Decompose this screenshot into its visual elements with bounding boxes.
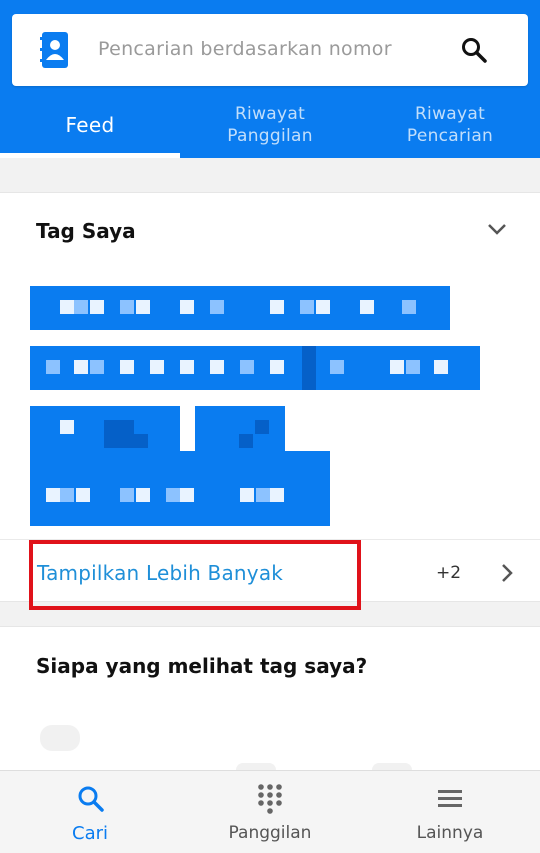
tab-search-history[interactable]: Riwayat Pencarian <box>360 92 540 158</box>
search-icon[interactable] <box>460 36 488 64</box>
show-more-link[interactable]: Tampilkan Lebih Banyak <box>37 561 283 585</box>
tag-item-redacted[interactable] <box>30 346 480 390</box>
section-title: Siapa yang melihat tag saya? <box>36 654 368 678</box>
chevron-right-icon[interactable] <box>500 562 514 584</box>
tab-feed[interactable]: Feed <box>0 92 180 158</box>
placeholder-item <box>40 725 80 751</box>
tab-call-history[interactable]: Riwayat Panggilan <box>180 92 360 158</box>
tab-bar: Feed Riwayat Panggilan Riwayat Pencarian <box>0 92 540 158</box>
chevron-down-icon[interactable] <box>486 221 508 237</box>
search-input[interactable]: Pencarian berdasarkan nomor <box>98 38 392 60</box>
tag-item-redacted[interactable] <box>30 286 450 330</box>
bottom-nav: Cari Panggilan Lainnya <box>0 770 540 853</box>
nav-more-label: Lainnya <box>416 823 484 843</box>
nav-calls-label: Panggilan <box>228 823 312 843</box>
tag-item-fragment <box>44 451 330 466</box>
tag-item-fragment <box>30 466 330 526</box>
tab-feed-label: Feed <box>65 113 115 137</box>
contact-book-icon <box>40 32 68 68</box>
tab-search-history-label: Riwayat Pencarian <box>406 104 494 146</box>
search-icon <box>78 786 104 812</box>
search-bar[interactable]: Pencarian berdasarkan nomor <box>12 14 528 86</box>
nav-calls[interactable]: Panggilan <box>180 771 360 853</box>
more-count-badge: +2 <box>436 563 462 583</box>
tab-call-history-label: Riwayat Panggilan <box>227 104 313 146</box>
show-more-row[interactable]: Tampilkan Lebih Banyak +2 <box>0 539 540 610</box>
app-header: Pencarian berdasarkan nomor Feed Riwayat… <box>0 0 540 158</box>
dialpad-icon <box>258 784 282 814</box>
my-tags-card: Tag Saya Tampilkan Lebih Banyak +2 <box>0 192 540 610</box>
tag-viewers-card: Siapa yang melihat tag saya? <box>0 626 540 777</box>
section-title: Tag Saya <box>36 219 136 243</box>
nav-search[interactable]: Cari <box>0 771 180 853</box>
nav-more[interactable]: Lainnya <box>360 771 540 853</box>
menu-icon <box>438 790 462 807</box>
nav-search-label: Cari <box>72 823 108 844</box>
active-tab-indicator <box>0 153 180 158</box>
